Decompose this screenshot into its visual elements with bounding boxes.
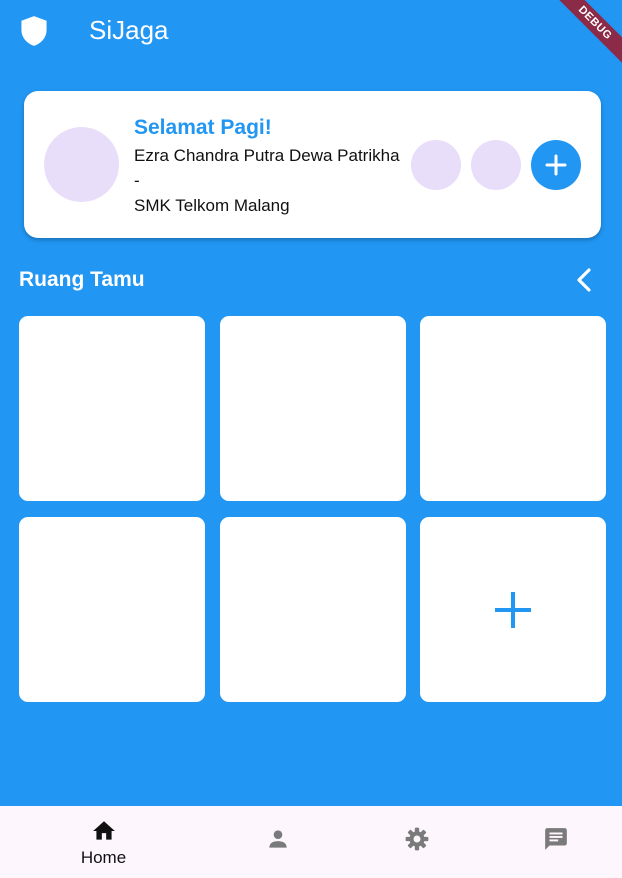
greeting-text: Selamat Pagi! — [134, 116, 272, 139]
collapse-button[interactable] — [568, 264, 600, 296]
plus-icon — [495, 592, 531, 628]
debug-label: DEBUG — [552, 0, 622, 69]
room-tile[interactable] — [220, 316, 406, 501]
shield-icon — [21, 16, 47, 46]
nav-item-profile[interactable] — [200, 806, 355, 878]
room-tile[interactable] — [19, 316, 205, 501]
avatar — [44, 127, 119, 202]
room-tile[interactable] — [420, 316, 606, 501]
room-tile[interactable] — [19, 517, 205, 702]
user-separator: - — [134, 171, 140, 190]
debug-banner: DEBUG — [552, 0, 622, 70]
app-title: SiJaga — [89, 15, 169, 45]
home-icon — [93, 821, 115, 840]
nav-item-settings[interactable] — [339, 806, 494, 878]
settings-icon — [405, 827, 429, 851]
section-title: Ruang Tamu — [19, 268, 145, 291]
chevron-left-icon — [577, 268, 591, 292]
plus-icon — [545, 154, 567, 176]
room-tile[interactable] — [220, 517, 406, 702]
nav-label-home: Home — [80, 848, 127, 867]
nav-item-home[interactable]: Home — [26, 806, 181, 878]
app-bar: SiJaga DEBUG — [0, 0, 622, 69]
person-icon — [269, 830, 287, 848]
profile-card: Selamat Pagi! Ezra Chandra Putra Dewa Pa… — [24, 91, 601, 238]
add-member-button[interactable] — [531, 140, 581, 190]
chat-icon — [545, 828, 567, 850]
member-avatar[interactable] — [471, 140, 521, 190]
nav-item-messages[interactable] — [478, 806, 622, 878]
add-room-tile[interactable] — [420, 517, 606, 702]
bottom-navigation: Home — [0, 806, 622, 878]
member-avatar[interactable] — [411, 140, 461, 190]
user-name: Ezra Chandra Putra Dewa Patrikha — [134, 146, 400, 165]
user-school: SMK Telkom Malang — [134, 196, 290, 215]
